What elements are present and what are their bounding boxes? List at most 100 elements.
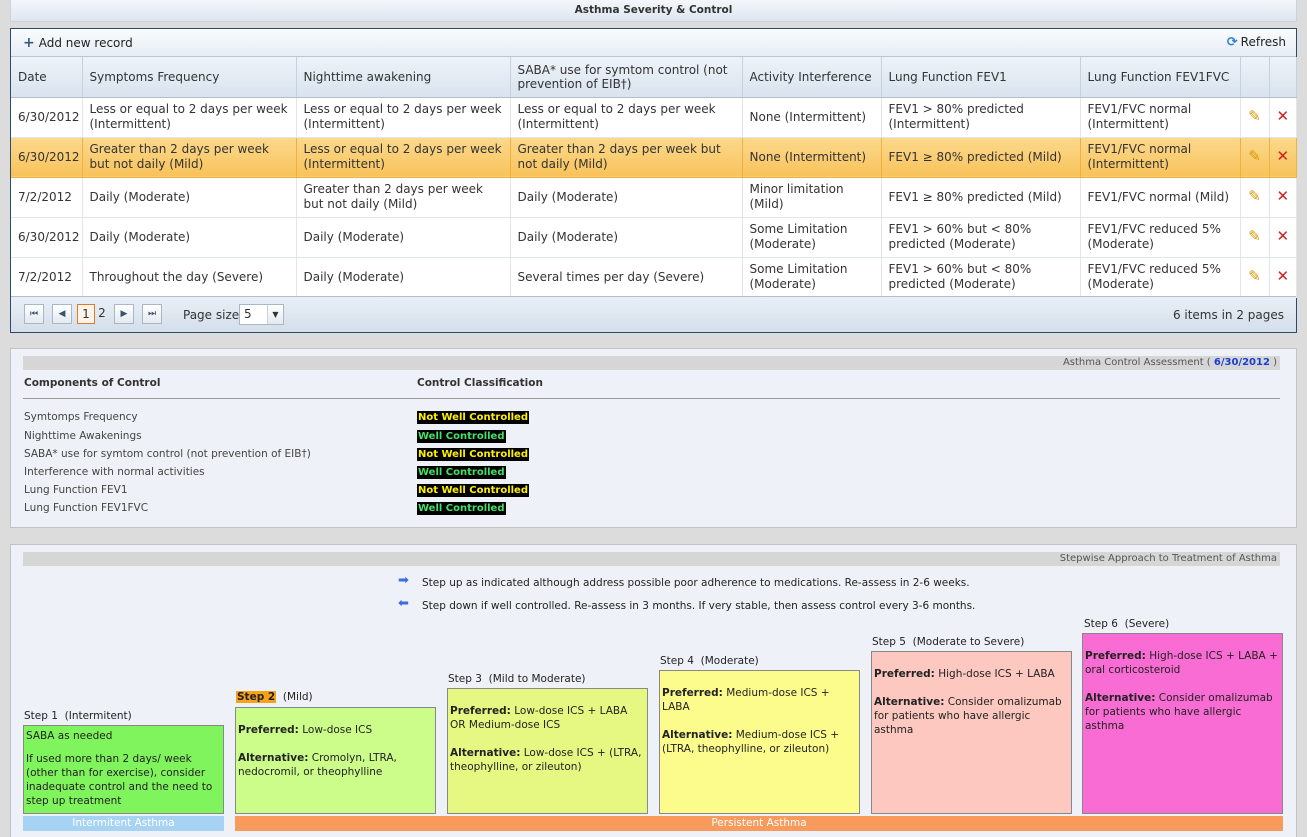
cell-nighttime: Less or equal to 2 days per week (Interm…	[296, 137, 511, 178]
column-header-date[interactable]: Date	[11, 57, 83, 98]
grid-toolbar: + Add new record ⟳ Refresh	[11, 29, 1296, 57]
pager-info: 6 items in 2 pages	[1172, 308, 1284, 322]
table-row-selected[interactable]: 6/30/2012 Greater than 2 days per week b…	[11, 137, 1297, 178]
refresh-icon: ⟳	[1226, 35, 1238, 50]
delete-x-icon[interactable]: ✕	[1277, 269, 1290, 284]
status-badge: Not Well Controlled	[417, 411, 529, 424]
arrow-left-icon: ⬅	[398, 596, 409, 611]
pencil-icon[interactable]: ✎	[1248, 229, 1261, 244]
step-5-box: Preferred: High-dose ICS + LABA Alternat…	[871, 651, 1072, 814]
prev-page-button[interactable]: ◀	[52, 304, 72, 324]
edit-cell: ✎	[1240, 97, 1270, 138]
step-1-note: If used more than 2 days/ week (other th…	[26, 753, 213, 807]
preferred-label: Preferred:	[450, 705, 511, 717]
alternative-label: Alternative:	[874, 696, 945, 708]
preferred-text: High-dose ICS + LABA	[938, 668, 1055, 680]
alternative-label: Alternative:	[1085, 692, 1156, 704]
delete-x-icon[interactable]: ✕	[1277, 189, 1290, 204]
column-header-nighttime[interactable]: Nighttime awakening	[296, 57, 511, 98]
alternative-label: Alternative:	[238, 752, 309, 764]
cell-fev1: FEV1 > 80% predicted (Intermittent)	[881, 97, 1081, 138]
table-row[interactable]: 7/2/2012 Daily (Moderate) Greater than 2…	[11, 177, 1297, 218]
control-label: Nighttime Awakenings	[24, 430, 142, 442]
cell-date: 6/30/2012	[11, 217, 83, 258]
pencil-icon[interactable]: ✎	[1248, 189, 1261, 204]
cell-nighttime: Greater than 2 days per week but not dai…	[296, 177, 511, 218]
control-title-suffix: )	[1273, 357, 1277, 368]
table-row[interactable]: 7/2/2012 Throughout the day (Severe) Dai…	[11, 257, 1297, 298]
page-title: Asthma Severity & Control	[10, 0, 1297, 22]
cell-fev1fvc: FEV1/FVC normal (Mild)	[1080, 177, 1241, 218]
delete-x-icon[interactable]: ✕	[1277, 149, 1290, 164]
cell-date: 6/30/2012	[11, 97, 83, 138]
cell-date: 6/30/2012	[11, 137, 83, 178]
delete-x-icon[interactable]: ✕	[1277, 109, 1290, 124]
control-date: 6/30/2012	[1213, 357, 1270, 368]
cell-saba: Greater than 2 days per week but not dai…	[510, 137, 743, 178]
preferred-label: Preferred:	[874, 668, 935, 680]
step-3-box: Preferred: Low-dose ICS + LABA OR Medium…	[447, 688, 648, 814]
pencil-icon[interactable]: ✎	[1248, 109, 1261, 124]
cell-symptoms: Greater than 2 days per week but not dai…	[82, 137, 297, 178]
control-label: SABA* use for symtom control (not preven…	[24, 448, 311, 460]
page-number-2[interactable]: 2	[93, 304, 111, 324]
column-header-saba[interactable]: SABA* use for symtom control (not preven…	[510, 57, 743, 98]
column-header-activity[interactable]: Activity Interference	[742, 57, 882, 98]
step-level: (Moderate)	[700, 655, 759, 667]
column-header-symptoms[interactable]: Symptoms Frequency	[82, 57, 297, 98]
status-badge: Well Controlled	[417, 502, 506, 515]
status-badge: Not Well Controlled	[417, 448, 529, 461]
step-4-box: Preferred: Medium-dose ICS + LABA Altern…	[659, 670, 860, 814]
preferred-label: Preferred:	[1085, 650, 1146, 662]
step-up-note: ➡ Step up as indicated although address …	[398, 573, 970, 589]
preferred-label: Preferred:	[662, 687, 723, 699]
cell-fev1fvc: FEV1/FVC normal (Intermittent)	[1080, 97, 1241, 138]
step-name: Step 3	[448, 673, 482, 685]
first-page-button[interactable]: ⏮	[24, 304, 44, 324]
step-6-box: Preferred: High-dose ICS + LABA + oral c…	[1082, 633, 1283, 814]
step-1-text: SABA as needed	[26, 730, 113, 742]
cell-fev1: FEV1 ≥ 80% predicted (Mild)	[881, 137, 1081, 178]
cell-saba: Daily (Moderate)	[510, 177, 743, 218]
add-record-label: Add new record	[38, 36, 133, 50]
delete-x-icon[interactable]: ✕	[1277, 229, 1290, 244]
cell-symptoms: Daily (Moderate)	[82, 177, 297, 218]
status-badge: Not Well Controlled	[417, 484, 529, 497]
step-name: Step 5	[872, 636, 906, 648]
control-label: Interference with normal activities	[24, 466, 205, 478]
pencil-icon[interactable]: ✎	[1248, 269, 1261, 284]
column-header-fev1[interactable]: Lung Function FEV1	[881, 57, 1081, 98]
table-row[interactable]: 6/30/2012 Less or equal to 2 days per we…	[11, 97, 1297, 138]
cell-symptoms: Throughout the day (Severe)	[82, 257, 297, 298]
add-record-button[interactable]: + Add new record	[23, 35, 133, 51]
column-header-fev1fvc[interactable]: Lung Function FEV1FVC	[1080, 57, 1241, 98]
step-5-title: Step 5 (Moderate to Severe)	[872, 636, 1024, 648]
cell-symptoms: Daily (Moderate)	[82, 217, 297, 258]
refresh-button[interactable]: ⟳ Refresh	[1227, 35, 1286, 50]
delete-cell: ✕	[1269, 217, 1297, 258]
step-name: Step 4	[660, 655, 694, 667]
control-assessment-panel: Asthma Control Assessment ( 6/30/2012 ) …	[10, 348, 1297, 528]
cell-fev1: FEV1 ≥ 80% predicted (Mild)	[881, 177, 1081, 218]
step-1-box: SABA as needed If used more than 2 days/…	[23, 725, 224, 814]
classification-header: Control Classification	[417, 377, 543, 389]
stepwise-header: Stepwise Approach to Treatment of Asthma	[23, 552, 1280, 566]
divider	[23, 398, 1280, 399]
table-row[interactable]: 6/30/2012 Daily (Moderate) Daily (Modera…	[11, 217, 1297, 258]
cell-nighttime: Daily (Moderate)	[296, 217, 511, 258]
chevron-down-icon[interactable]: ▼	[267, 305, 283, 324]
next-page-button[interactable]: ▶	[114, 304, 134, 324]
step-1-title: Step 1 (Intermitent)	[24, 710, 132, 722]
step-4-title: Step 4 (Moderate)	[660, 655, 759, 667]
column-header-delete	[1269, 57, 1297, 98]
cell-saba: Several times per day (Severe)	[510, 257, 743, 298]
cell-activity: None (Intermittent)	[742, 97, 882, 138]
pencil-icon[interactable]: ✎	[1248, 149, 1261, 164]
records-table: Date Symptoms Frequency Nighttime awaken…	[11, 57, 1297, 298]
cell-symptoms: Less or equal to 2 days per week (Interm…	[82, 97, 297, 138]
control-assessment-header: Asthma Control Assessment ( 6/30/2012 )	[23, 356, 1280, 370]
status-badge: Well Controlled	[417, 466, 506, 479]
last-page-button[interactable]: ⏭	[142, 304, 162, 324]
page-size-select[interactable]: 5 ▼	[239, 304, 284, 325]
table-header-row: Date Symptoms Frequency Nighttime awaken…	[11, 57, 1297, 98]
